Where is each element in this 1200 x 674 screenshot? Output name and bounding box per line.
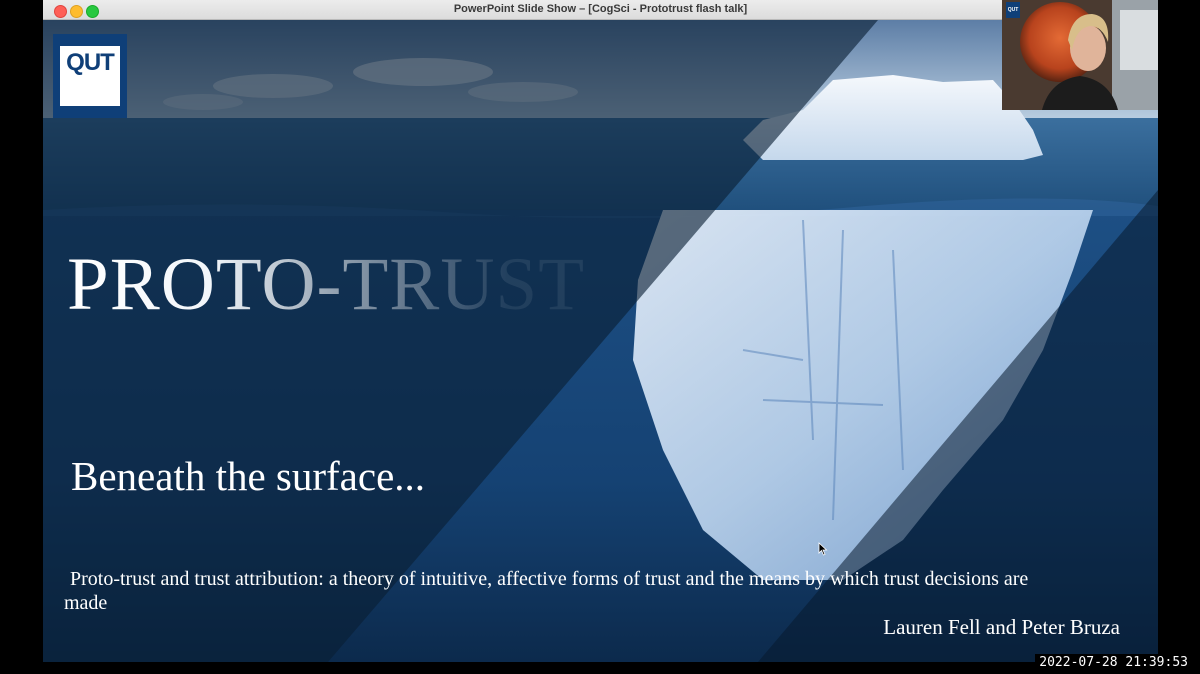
window-title: PowerPoint Slide Show – [CogSci - Protot…: [453, 3, 748, 15]
recording-timestamp: 2022-07-28 21:39:53: [1035, 654, 1192, 671]
slide-background: [43, 20, 1158, 662]
window-titlebar: PowerPoint Slide Show – [CogSci - Protot…: [43, 0, 1158, 20]
slide-description: Proto-trust and trust attribution: a the…: [64, 568, 1029, 614]
qut-logo: QUT: [53, 34, 127, 118]
webcam-qut-logo: QUT: [1006, 2, 1020, 18]
presenter-webcam: QUT: [1002, 0, 1158, 110]
slide-subtitle: Beneath the surface...: [71, 453, 426, 499]
slide-stage[interactable]: QUT PROTO-TRUST Beneath the surface... P…: [43, 20, 1158, 662]
slide-title: PROTO-TRUST: [67, 243, 586, 326]
qut-logo-text: QUT: [60, 46, 120, 106]
mouse-cursor-icon: [818, 542, 828, 556]
webcam-video: [1002, 0, 1158, 110]
slide-authors: Lauren Fell and Peter Bruza: [883, 615, 1120, 639]
